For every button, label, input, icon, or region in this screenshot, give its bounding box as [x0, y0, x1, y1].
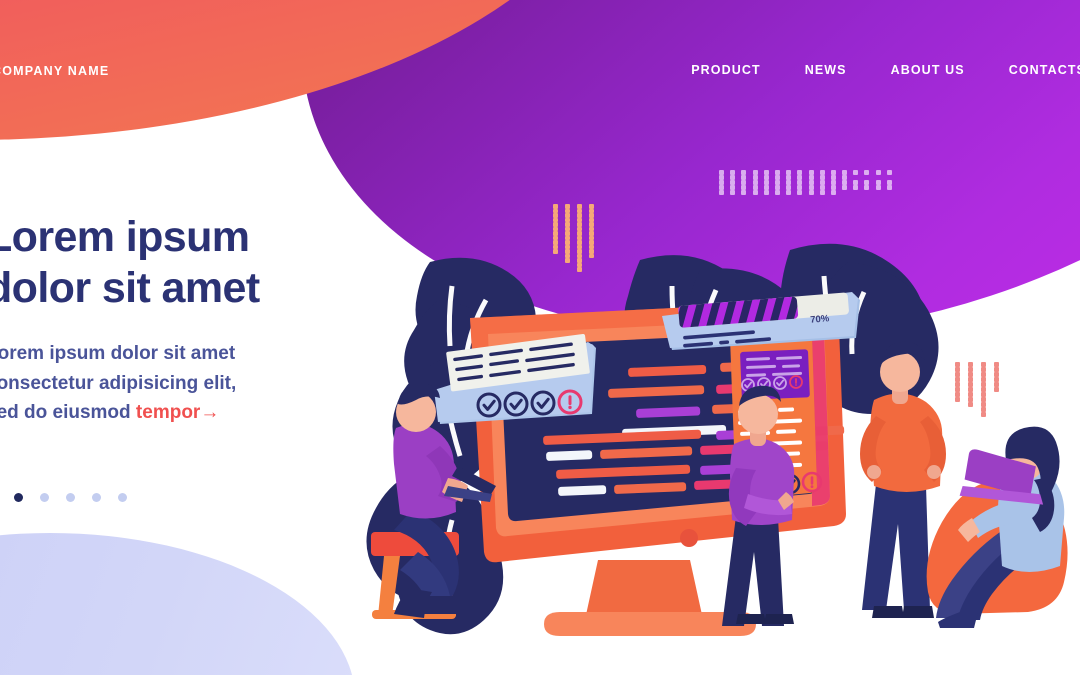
carousel-dot-6[interactable]: [118, 493, 127, 502]
hero-body-line-3: sed do eiusmod: [0, 402, 136, 424]
nav-item-news[interactable]: NEWS: [805, 63, 847, 77]
carousel-dot-5[interactable]: [92, 493, 101, 502]
hero-body-text: Lorem ipsum dolor sit amet consectetur a…: [0, 339, 326, 427]
carousel-pagination: [0, 493, 127, 502]
landing-page-hero: 70% COMPANY NAME PRODUCT NEWS ABOUT US C…: [0, 0, 1080, 675]
hero-cta-link[interactable]: tempor: [136, 402, 200, 423]
hero-content: Lorem ipsum dolor sit amet Lorem ipsum d…: [0, 212, 326, 428]
carousel-dot-4[interactable]: [66, 493, 75, 502]
page-title: Lorem ipsum dolor sit amet: [0, 212, 326, 313]
hero-body-line-1: Lorem ipsum dolor sit amet: [0, 343, 236, 365]
page-title-line-2: dolor sit amet: [0, 263, 260, 312]
hero-body-line-2: consectetur adipisicing elit,: [0, 372, 237, 394]
person-woman-on-beanbag: [926, 426, 1068, 628]
carousel-dot-3[interactable]: [40, 493, 49, 502]
progress-percent-label: 70%: [810, 313, 830, 326]
nav-item-contacts[interactable]: CONTACTS: [1009, 63, 1080, 77]
main-navigation: PRODUCT NEWS ABOUT US CONTACTS: [691, 63, 1080, 77]
carousel-dot-2[interactable]: [14, 493, 23, 502]
nav-item-about-us[interactable]: ABOUT US: [891, 63, 965, 77]
monitor-logo-dot: [680, 529, 698, 547]
page-title-line-1: Lorem ipsum: [0, 213, 250, 261]
arrow-right-icon[interactable]: →: [200, 402, 219, 423]
company-logo[interactable]: COMPANY NAME: [0, 64, 109, 78]
nav-item-product[interactable]: PRODUCT: [691, 63, 761, 77]
